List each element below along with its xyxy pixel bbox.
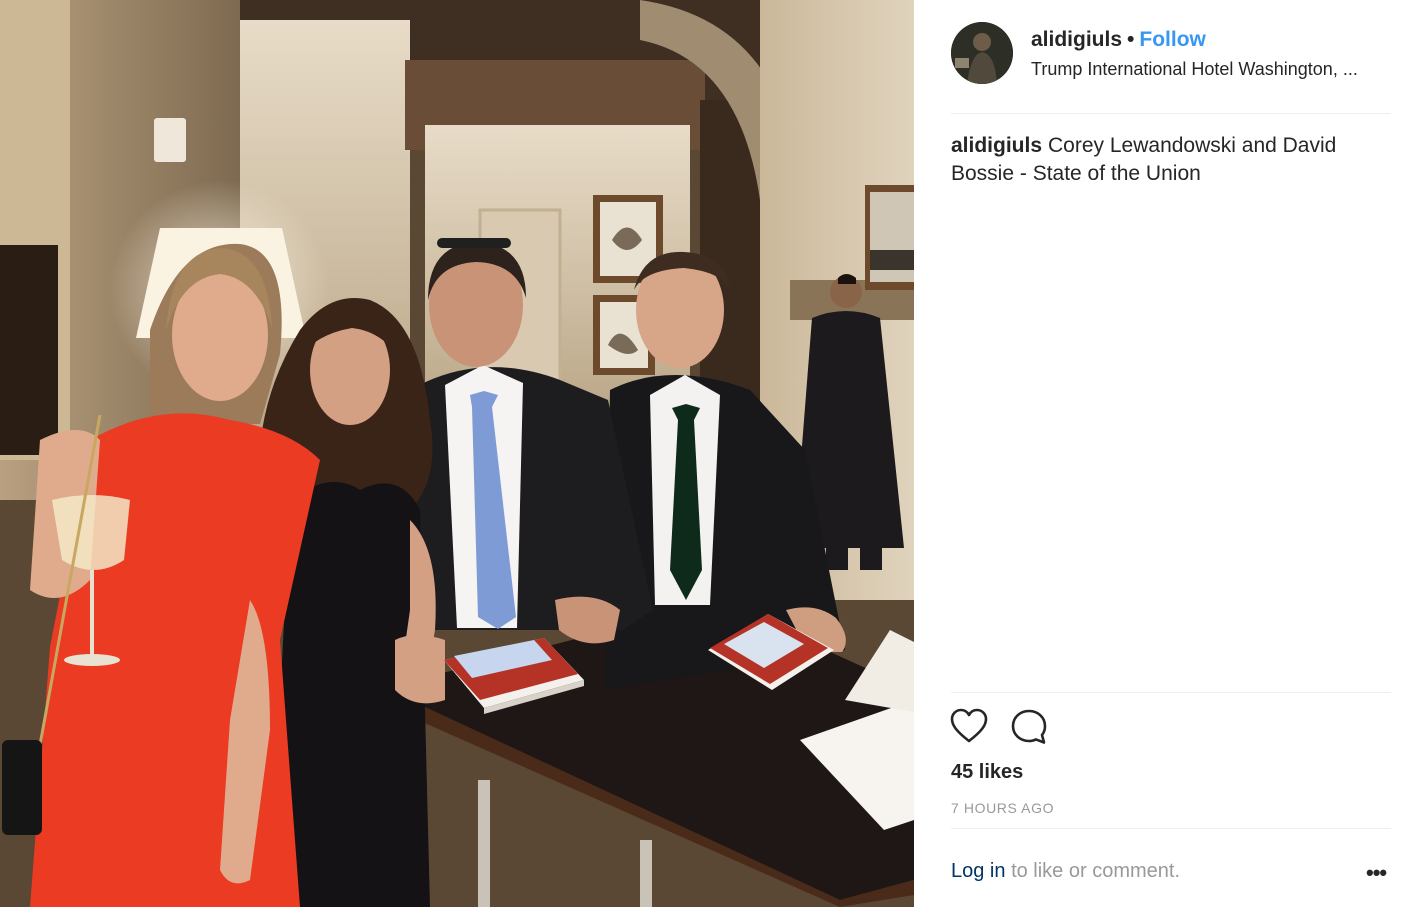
separator-dot: • bbox=[1127, 28, 1135, 51]
post-sidebar: alidigiuls • Follow Trump International Ho… bbox=[914, 0, 1419, 907]
login-prompt-text: to like or comment. bbox=[1011, 860, 1181, 882]
follow-button[interactable]: Follow bbox=[1139, 28, 1206, 51]
caption-username[interactable]: alidigiuls bbox=[951, 134, 1042, 157]
location-link[interactable]: Trump International Hotel Washington, ..… bbox=[1031, 59, 1391, 80]
divider bbox=[951, 828, 1391, 829]
author-username[interactable]: alidigiuls bbox=[1031, 28, 1122, 51]
post-caption: alidigiuls Corey Lewandowski and David Bo… bbox=[951, 132, 1381, 188]
heart-icon[interactable] bbox=[950, 708, 990, 748]
login-prompt: Log in to like or comment. bbox=[951, 860, 1180, 883]
post-timestamp[interactable]: 7 HOURS AGO bbox=[951, 800, 1054, 816]
divider bbox=[951, 113, 1391, 114]
post-photo bbox=[0, 0, 914, 907]
likes-count[interactable]: 45 likes bbox=[951, 761, 1023, 784]
comment-icon[interactable] bbox=[1010, 708, 1050, 748]
login-link[interactable]: Log in bbox=[951, 860, 1006, 882]
more-options-button[interactable]: ••• bbox=[1366, 860, 1387, 886]
post-header: alidigiuls • Follow Trump International Ho… bbox=[951, 22, 1391, 86]
divider bbox=[951, 692, 1391, 693]
avatar[interactable] bbox=[951, 22, 1013, 84]
author-line: alidigiuls • Follow bbox=[1031, 28, 1206, 52]
